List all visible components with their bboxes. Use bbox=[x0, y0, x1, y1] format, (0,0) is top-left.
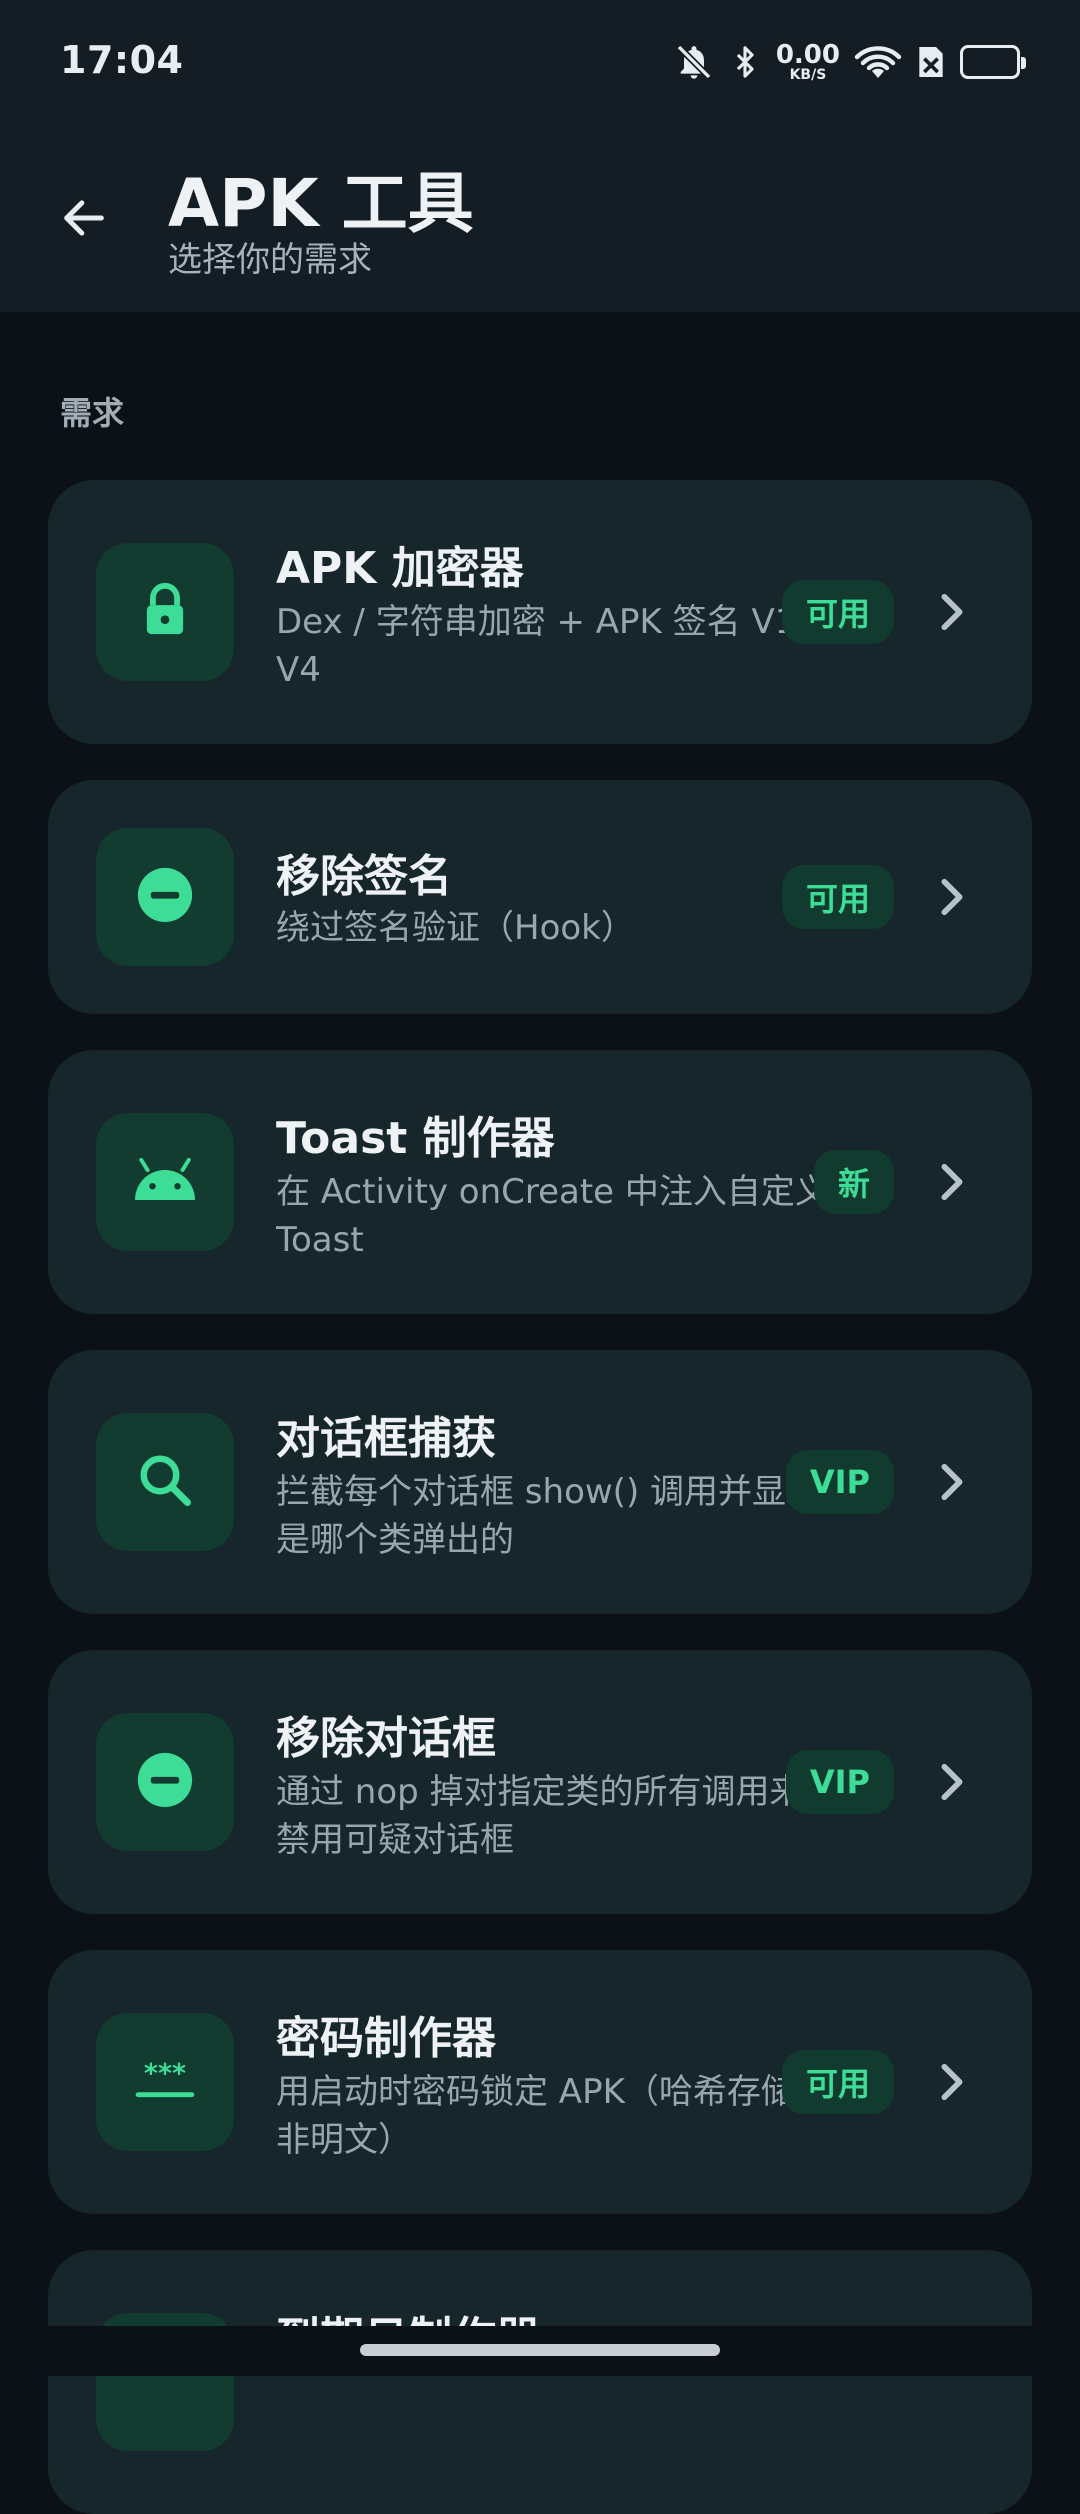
item-title: 移除签名 bbox=[276, 851, 452, 902]
status-badge: 可用 bbox=[781, 865, 894, 929]
svg-text:***: *** bbox=[144, 2058, 186, 2089]
status-badge: VIP bbox=[785, 1750, 894, 1814]
icon-box bbox=[96, 1113, 234, 1251]
item-description: 用启动时密码锁定 APK（哈希存储，非明文） bbox=[276, 2072, 829, 2160]
back-button[interactable] bbox=[44, 180, 124, 260]
item-description: 在 Activity onCreate 中注入自定义 Toast bbox=[276, 1172, 829, 1260]
list-item[interactable]: *** 密码制作器 用启动时密码锁定 APK（哈希存储，非明文） 可用 bbox=[48, 1950, 1032, 2214]
item-title: APK 加密器 bbox=[276, 543, 524, 594]
icon-box bbox=[96, 828, 234, 966]
status-bar: 17:04 0.00 KB/S 81 bbox=[0, 0, 1080, 120]
page-subtitle: 选择你的需求 bbox=[168, 240, 372, 280]
app-bar: APK 工具 选择你的需求 bbox=[0, 120, 1080, 312]
list-item[interactable]: 移除对话框 通过 nop 掉对指定类的所有调用来禁用可疑对话框 VIP bbox=[48, 1650, 1032, 1914]
sim-off-icon bbox=[916, 42, 946, 82]
status-badge: VIP bbox=[785, 1450, 894, 1514]
wifi-icon bbox=[854, 42, 902, 82]
battery-icon: 81 bbox=[960, 45, 1026, 79]
chevron-right-icon bbox=[932, 1152, 972, 1212]
search-icon bbox=[135, 1450, 195, 1514]
net-speed-value: 0.00 bbox=[775, 40, 840, 70]
item-description: 绕过签名验证（Hook） bbox=[276, 908, 635, 948]
item-description: Dex / 字符串加密 + APK 签名 V1–V4 bbox=[276, 602, 814, 690]
list-item[interactable]: 到期日制作器 bbox=[48, 2250, 1032, 2514]
battery-level: 81 bbox=[986, 49, 1017, 75]
item-title: 对话框捕获 bbox=[276, 1413, 496, 1464]
chevron-right-icon bbox=[932, 867, 972, 927]
icon-box bbox=[96, 1413, 234, 1551]
list-item[interactable]: 移除签名 绕过签名验证（Hook） 可用 bbox=[48, 780, 1032, 1014]
item-description: 拦截每个对话框 show() 调用并显示是哪个类弹出的 bbox=[276, 1472, 821, 1560]
status-icons: 0.00 KB/S 81 bbox=[674, 38, 1026, 86]
android-icon bbox=[130, 1155, 200, 1209]
section-label: 需求 bbox=[60, 394, 125, 432]
icon-box bbox=[96, 543, 234, 681]
item-title: 移除对话框 bbox=[276, 1713, 496, 1764]
lock-icon bbox=[136, 581, 194, 643]
password-icon: *** bbox=[130, 2058, 200, 2106]
list-item[interactable]: Toast 制作器 在 Activity onCreate 中注入自定义 Toa… bbox=[48, 1050, 1032, 1314]
net-speed: 0.00 KB/S bbox=[776, 42, 840, 82]
arrow-left-icon bbox=[58, 192, 110, 248]
remove-circle-icon bbox=[134, 864, 196, 930]
status-time: 17:04 bbox=[60, 38, 184, 82]
remove-circle-icon bbox=[134, 1749, 196, 1815]
status-badge: 可用 bbox=[781, 580, 894, 644]
item-title: 密码制作器 bbox=[276, 2013, 496, 2064]
status-badge: 可用 bbox=[781, 2050, 894, 2114]
gesture-nav-handle[interactable] bbox=[360, 2344, 720, 2356]
bluetooth-icon bbox=[728, 42, 762, 82]
status-badge: 新 bbox=[813, 1150, 894, 1214]
item-description: 通过 nop 掉对指定类的所有调用来禁用可疑对话框 bbox=[276, 1772, 804, 1860]
icon-box: *** bbox=[96, 2013, 234, 2151]
icon-box bbox=[96, 1713, 234, 1851]
chevron-right-icon bbox=[932, 2052, 972, 2112]
chevron-right-icon bbox=[932, 582, 972, 642]
mute-bell-icon bbox=[674, 42, 714, 82]
list-item[interactable]: 对话框捕获 拦截每个对话框 show() 调用并显示是哪个类弹出的 VIP bbox=[48, 1350, 1032, 1614]
net-speed-unit: KB/S bbox=[789, 67, 827, 83]
chevron-right-icon bbox=[932, 1452, 972, 1512]
chevron-right-icon bbox=[932, 1752, 972, 1812]
item-title: Toast 制作器 bbox=[276, 1113, 555, 1164]
list-item[interactable]: APK 加密器 Dex / 字符串加密 + APK 签名 V1–V4 可用 bbox=[48, 480, 1032, 744]
